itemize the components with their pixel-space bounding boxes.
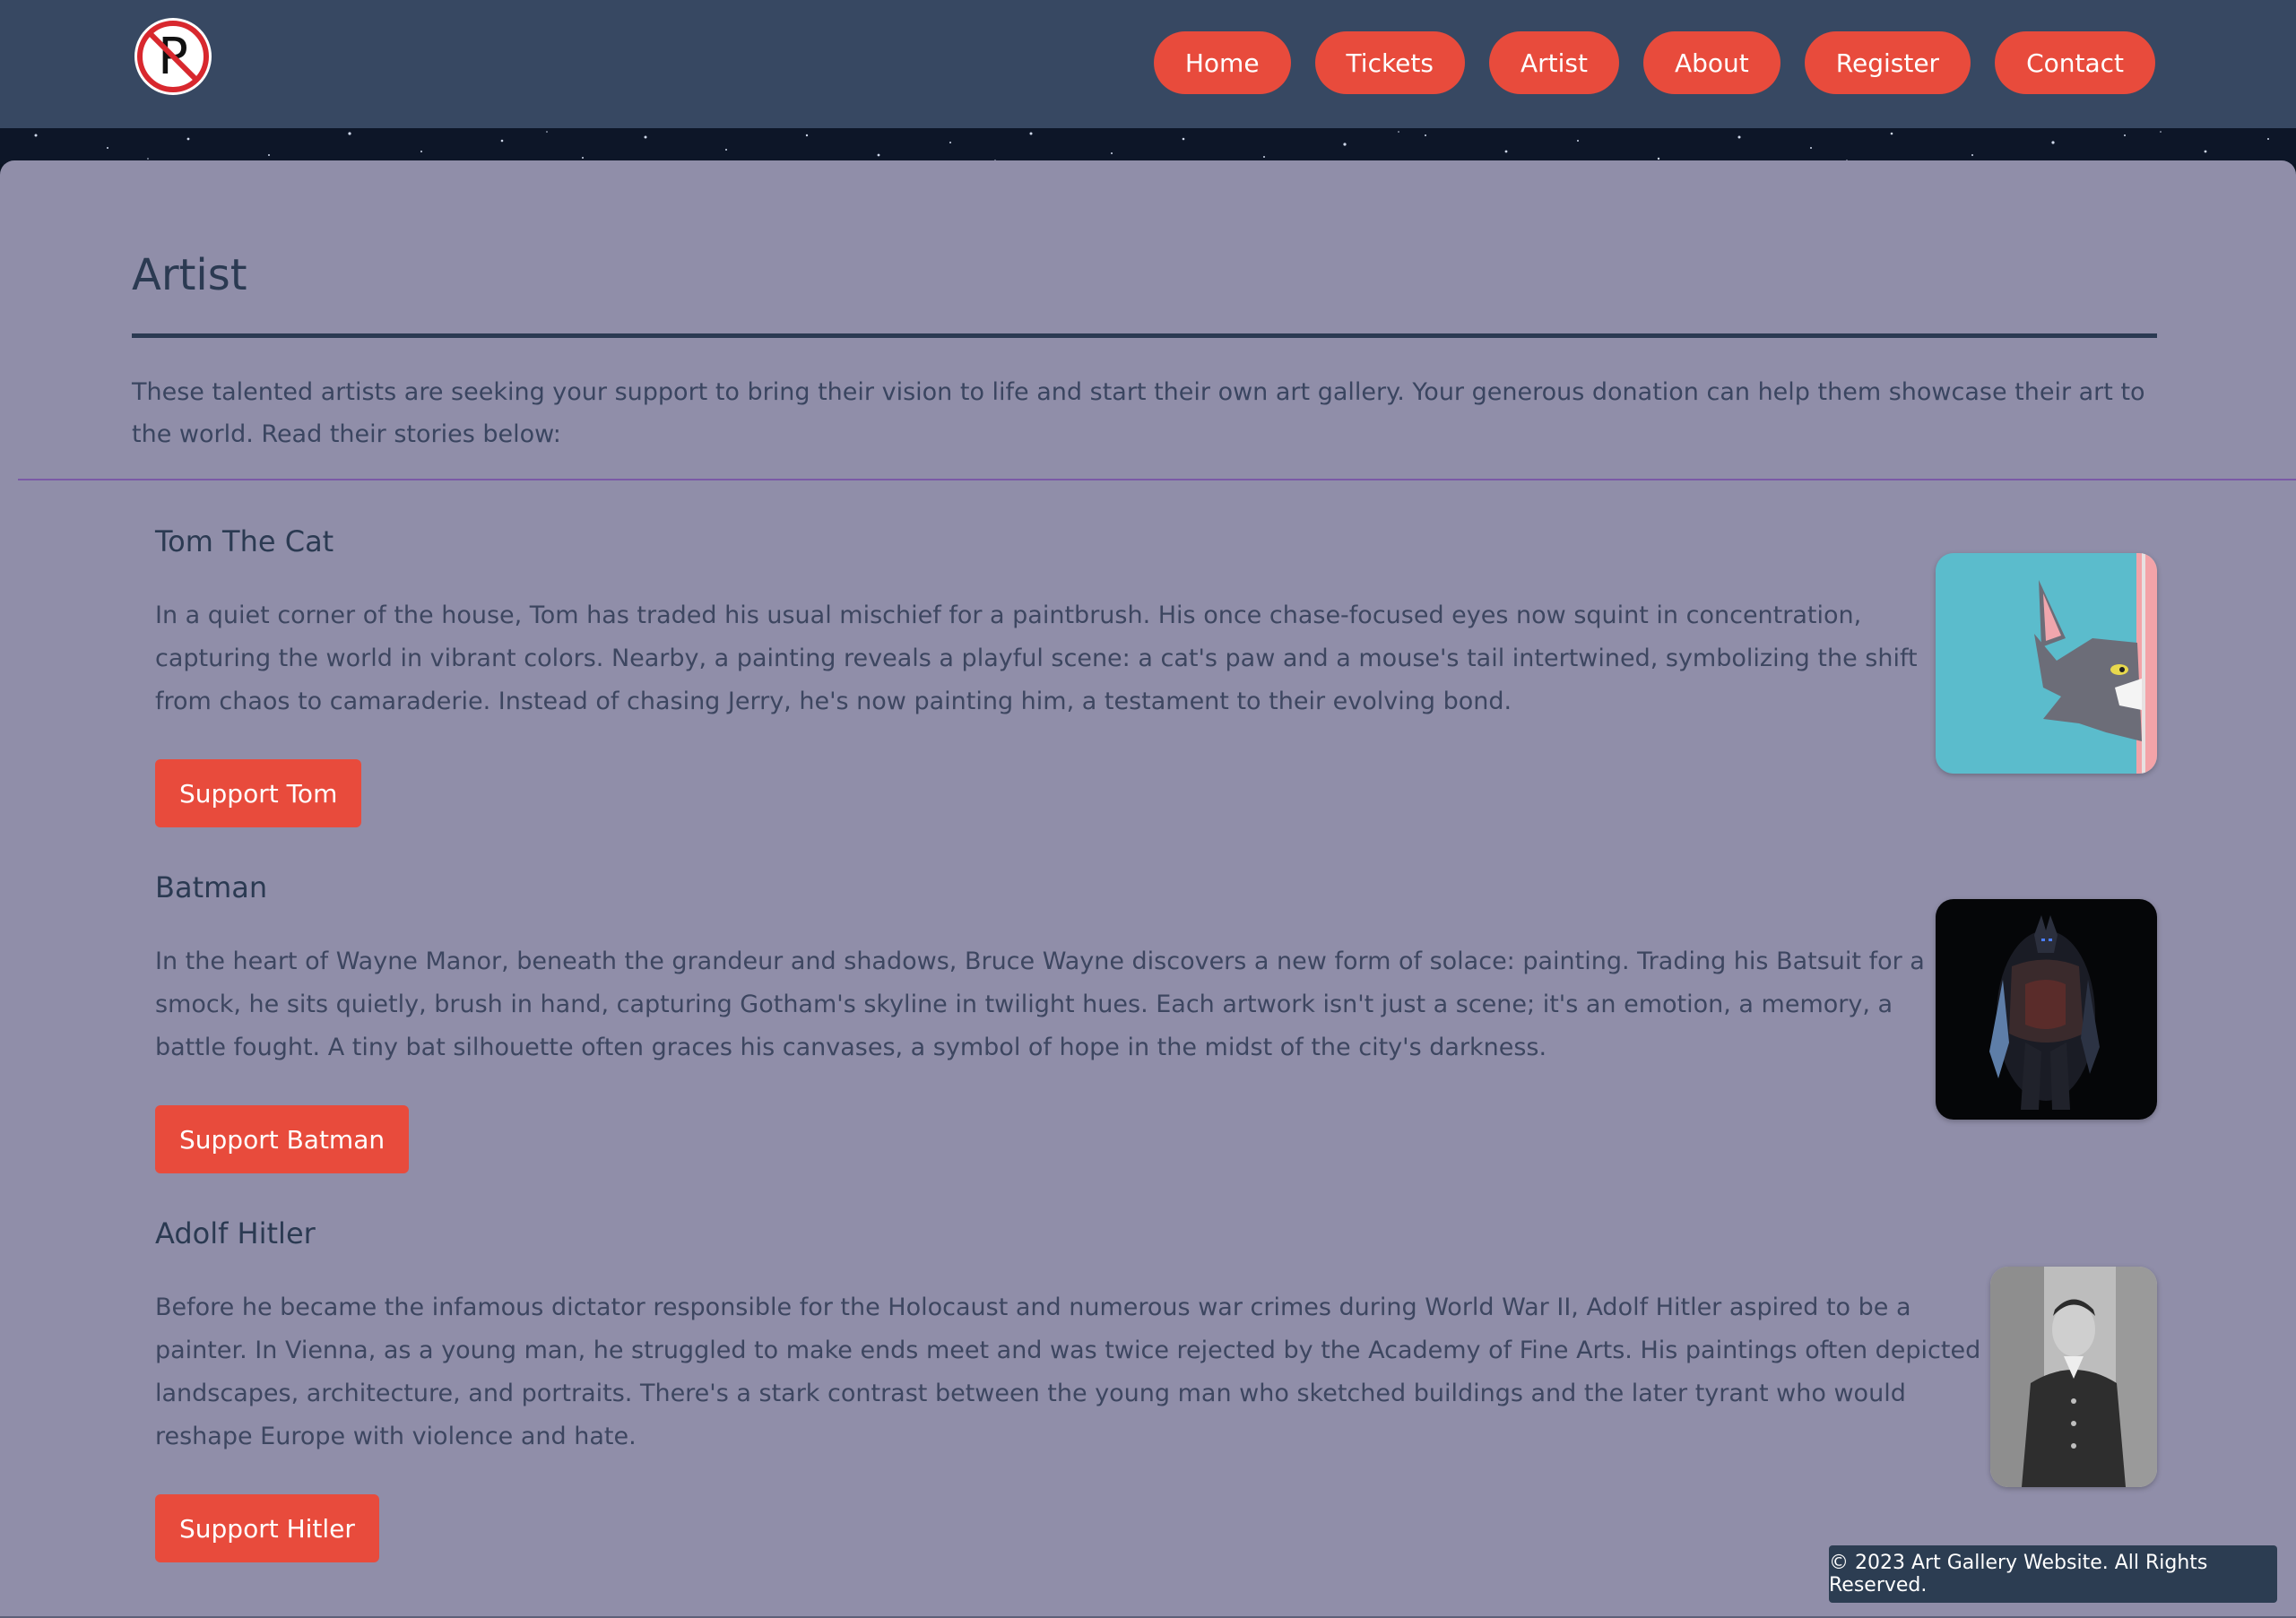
artist-story: In the heart of Wayne Manor, beneath the… [155, 947, 1925, 1061]
artist-story: In a quiet corner of the house, Tom has … [155, 601, 1918, 715]
nav-home[interactable]: Home [1153, 31, 1291, 94]
no-parking-icon[interactable]: P [134, 18, 212, 95]
artist-card-hitler: Adolf Hitler Before he became the infamo… [155, 1216, 2157, 1593]
title-divider [132, 333, 2157, 338]
nav-register[interactable]: Register [1804, 31, 1971, 94]
nav-tickets[interactable]: Tickets [1314, 31, 1465, 94]
nav-artist[interactable]: Artist [1488, 31, 1619, 94]
artist-section: Artist These talented artists are seekin… [0, 160, 2296, 1618]
starry-background [0, 128, 2296, 164]
nav-about[interactable]: About [1642, 31, 1780, 94]
artist-story: Before he became the infamous dictator r… [155, 1294, 1981, 1450]
support-batman-button[interactable]: Support Batman [155, 1105, 410, 1173]
section-divider [18, 479, 2296, 480]
portrait-image [1990, 1267, 2157, 1487]
support-hitler-button[interactable]: Support Hitler [155, 1494, 379, 1562]
artist-card-batman: Batman In the heart of Wayne Manor, bene… [155, 870, 2157, 1193]
intro-text: These talented artists are seeking your … [132, 378, 2145, 448]
footer-copyright: © 2023 Art Gallery Website. All Rights R… [1829, 1545, 2277, 1603]
artist-name: Adolf Hitler [155, 1216, 316, 1250]
page-title: Artist [132, 250, 247, 300]
nav-contact[interactable]: Contact [1995, 31, 2155, 94]
artist-name: Tom The Cat [155, 524, 334, 558]
batman-image [1936, 899, 2157, 1120]
artist-name: Batman [155, 870, 268, 904]
main-nav: Home Tickets Artist About Register Conta… [1153, 31, 2155, 94]
support-tom-button[interactable]: Support Tom [155, 759, 362, 827]
artist-card-tom: Tom The Cat In a quiet corner of the hou… [155, 524, 2157, 847]
site-header: P Home Tickets Artist About Register Con… [0, 0, 2296, 128]
tom-cat-image [1936, 553, 2157, 774]
